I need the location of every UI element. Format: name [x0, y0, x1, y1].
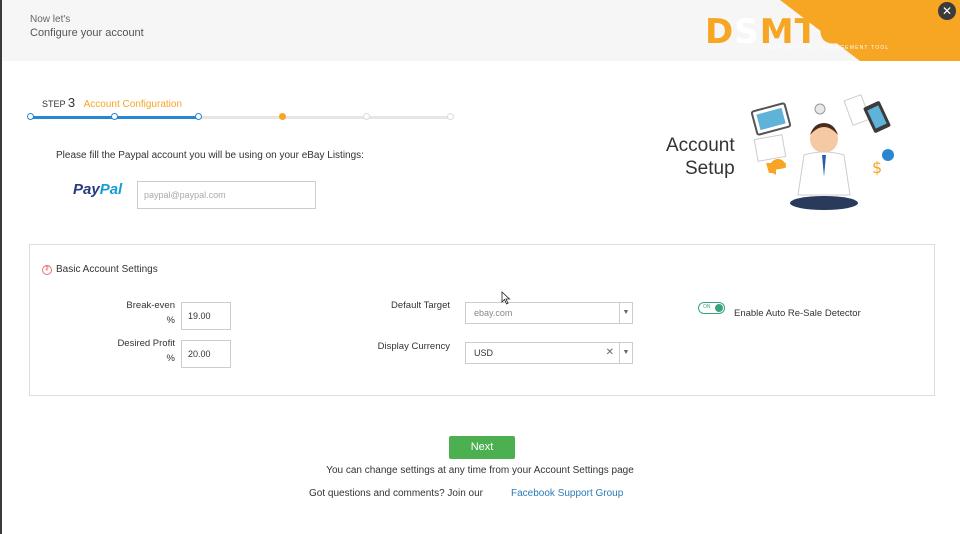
toggle-knob	[715, 304, 723, 312]
display-currency-value: USD	[474, 348, 494, 358]
toggle-state-text: ON	[703, 304, 711, 310]
account-setup-line2: Setup	[685, 158, 735, 179]
paypal-logo: PayPal	[73, 181, 122, 198]
desired-profit-label: Desired Profit %	[90, 338, 175, 364]
svg-text:$: $	[872, 158, 882, 177]
break-even-label: Break-even %	[110, 300, 175, 326]
basic-settings-title: Basic Account Settings	[56, 264, 158, 275]
step-dot	[111, 113, 118, 120]
account-setup-line1: Account	[666, 135, 735, 156]
step-dot	[363, 113, 370, 120]
display-currency-label: Display Currency	[377, 341, 450, 352]
step-label: STEP	[42, 99, 66, 109]
step-number: 3	[67, 95, 76, 110]
account-setup-heading: Account Setup	[666, 134, 735, 180]
chevron-down-icon[interactable]: ▼	[619, 303, 632, 323]
paypal-instruction: Please fill the Paypal account you will …	[56, 150, 364, 161]
businessman-illustration: $	[750, 94, 894, 210]
desired-profit-label-text: Desired Profit	[117, 338, 175, 349]
basic-settings-panel: ₮ Basic Account Settings Break-even % De…	[29, 244, 935, 396]
info-icon: ₮	[42, 265, 52, 275]
desired-profit-input[interactable]	[181, 340, 231, 368]
auto-resale-toggle[interactable]: ON	[698, 302, 725, 314]
window-edge	[0, 0, 2, 534]
close-icon[interactable]: ✕	[938, 2, 956, 20]
step-dot	[195, 113, 202, 120]
brand-tagline: DROP SHIPPING MANAGEMENT TOOL	[763, 45, 890, 51]
break-even-label-text: Break-even	[126, 300, 175, 311]
auto-resale-label: Enable Auto Re-Sale Detector	[734, 308, 861, 319]
page-title: Configure your account	[30, 27, 144, 39]
paypal-logo-pay: Pay	[73, 181, 100, 198]
brand-logo: DSMTOOL DROP SHIPPING MANAGEMENT TOOL	[705, 0, 960, 61]
default-target-select[interactable]: ebay.com ▼	[465, 302, 633, 324]
break-even-unit: %	[166, 315, 175, 326]
settings-note: You can change settings at any time from…	[326, 465, 634, 476]
step-progress	[27, 113, 454, 120]
step-dot	[279, 113, 286, 120]
chevron-down-icon[interactable]: ▼	[619, 343, 632, 363]
mouse-cursor-icon	[501, 291, 511, 305]
default-target-label: Default Target	[391, 300, 450, 311]
default-target-value: ebay.com	[474, 308, 513, 318]
intro-text: Now let's	[30, 14, 71, 25]
next-button[interactable]: Next	[449, 436, 515, 459]
step-dot	[447, 113, 454, 120]
desired-profit-unit: %	[166, 353, 175, 364]
clear-icon[interactable]: ✕	[606, 343, 614, 363]
step-dot	[27, 113, 34, 120]
step-indicator: STEP 3 Account Configuration	[42, 95, 182, 110]
paypal-email-input[interactable]	[137, 181, 316, 209]
facebook-support-link[interactable]: Facebook Support Group	[511, 488, 623, 499]
paypal-logo-pal: Pal	[99, 181, 123, 198]
display-currency-select[interactable]: USD ✕ ▼	[465, 342, 633, 364]
step-name: Account Configuration	[83, 99, 183, 110]
break-even-input[interactable]	[181, 302, 231, 330]
questions-text: Got questions and comments? Join our	[309, 488, 483, 499]
